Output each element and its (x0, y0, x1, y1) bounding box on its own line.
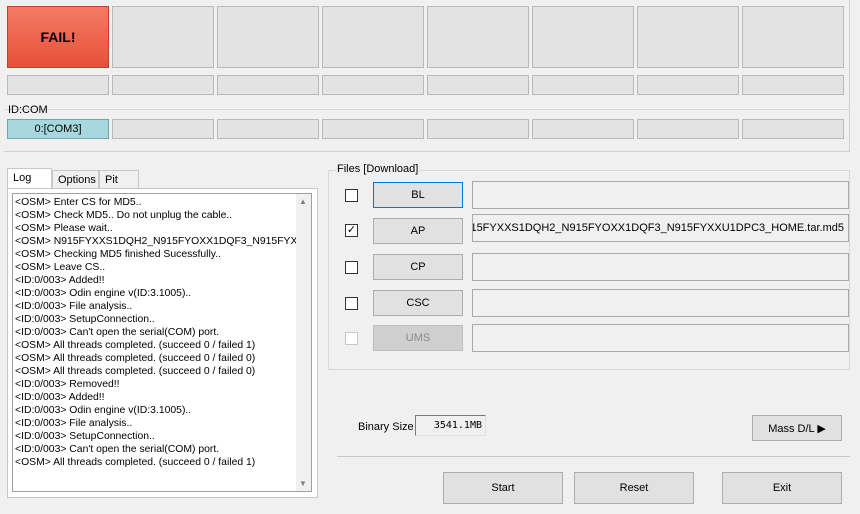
log-line: <OSM> All threads completed. (succeed 0 … (15, 353, 256, 364)
binary-size-label: Binary Size (358, 421, 414, 433)
csc-button[interactable]: CSC (373, 290, 463, 316)
divider (5, 109, 850, 110)
status-slot (112, 6, 214, 68)
com-port-slot (637, 119, 739, 139)
log-line: <ID:0/003> Added!! (15, 275, 105, 286)
ums-button: UMS (373, 325, 463, 351)
progress-bar (532, 75, 634, 95)
tab-options[interactable]: Options (52, 170, 99, 188)
ap-path-field[interactable]: ר\N915FYXXS1DQH2_N915FYOXX1DQF3_N915FYXX… (472, 214, 849, 242)
ums-path-field (472, 324, 849, 352)
reset-button[interactable]: Reset (574, 472, 694, 504)
log-line: <OSM> Leave CS.. (15, 262, 106, 273)
start-button[interactable]: Start (443, 472, 563, 504)
csc-path-field[interactable] (472, 289, 849, 317)
checkmark-icon: ✓ (346, 224, 357, 236)
id-com-label: ID:COM (8, 104, 48, 116)
bl-button[interactable]: BL (373, 182, 463, 208)
log-line: <ID:0/003> Odin engine v(ID:3.1005).. (15, 288, 192, 299)
ap-button[interactable]: AP (373, 218, 463, 244)
com-port-slot: 0:[COM3] (7, 119, 109, 139)
status-slot (322, 6, 424, 68)
progress-bar (742, 75, 844, 95)
log-line: <ID:0/003> Can't open the serial(COM) po… (15, 327, 220, 338)
log-textbox[interactable]: <OSM> Enter CS for MD5.. <OSM> Check MD5.… (12, 193, 312, 492)
progress-bar (322, 75, 424, 95)
status-slot (742, 6, 844, 68)
status-slot (637, 6, 739, 68)
log-line: <ID:0/003> Can't open the serial(COM) po… (15, 444, 220, 455)
mass-dl-button[interactable]: Mass D/L ▶ (752, 415, 842, 441)
status-slot (532, 6, 634, 68)
fail-status: FAIL! (7, 6, 109, 68)
log-line: <OSM> All threads completed. (succeed 0 … (15, 366, 256, 377)
log-line: <OSM> Check MD5.. Do not unplug the cabl… (15, 210, 233, 221)
com-port-slot (427, 119, 529, 139)
log-line: <ID:0/003> Added!! (15, 392, 105, 403)
log-line: <OSM> All threads completed. (succeed 0 … (15, 340, 256, 351)
log-line: <OSM> Enter CS for MD5.. (15, 197, 142, 208)
progress-bar (112, 75, 214, 95)
log-line: <OSM> Please wait.. (15, 223, 113, 234)
ums-checkbox (345, 332, 358, 345)
divider (337, 456, 850, 457)
com-port-slot (532, 119, 634, 139)
com-port-label: 0:[COM3] (34, 123, 82, 135)
log-line: <OSM> N915FYXXS1DQH2_N915FYOXX1DQF3_N915… (15, 236, 297, 247)
progress-bar (427, 75, 529, 95)
fail-label: FAIL! (40, 29, 76, 45)
bl-checkbox[interactable] (345, 189, 358, 202)
progress-bar (217, 75, 319, 95)
log-scrollbar[interactable]: ▲ ▼ (296, 194, 311, 491)
status-slot (427, 6, 529, 68)
cp-path-field[interactable] (472, 253, 849, 281)
bl-path-field[interactable] (472, 181, 849, 209)
cp-checkbox[interactable] (345, 261, 358, 274)
binary-size-value: 3541.1MB (415, 415, 486, 436)
progress-bar (637, 75, 739, 95)
com-port-slot (217, 119, 319, 139)
log-line: <ID:0/003> Removed!! (15, 379, 120, 390)
log-line: <ID:0/003> File analysis.. (15, 301, 133, 312)
log-line: <ID:0/003> File analysis.. (15, 418, 133, 429)
cp-button[interactable]: CP (373, 254, 463, 280)
com-port-slot (742, 119, 844, 139)
ap-path-text: ר\N915FYXXS1DQH2_N915FYOXX1DQF3_N915FYXX… (472, 222, 844, 234)
log-lines: <OSM> Enter CS for MD5.. <OSM> Check MD5.… (15, 196, 297, 469)
scroll-up-icon[interactable]: ▲ (299, 197, 307, 206)
ap-checkbox[interactable]: ✓ (345, 224, 358, 237)
log-line: <OSM> Checking MD5 finished Sucessfully.… (15, 249, 221, 260)
log-line: <ID:0/003> Odin engine v(ID:3.1005).. (15, 405, 192, 416)
progress-bar (7, 75, 109, 95)
exit-button[interactable]: Exit (722, 472, 842, 504)
scroll-down-icon[interactable]: ▼ (299, 479, 307, 488)
log-line: <ID:0/003> SetupConnection.. (15, 314, 155, 325)
com-port-slot (322, 119, 424, 139)
log-line: <ID:0/003> SetupConnection.. (15, 431, 155, 442)
files-group-title: Files [Download] (336, 163, 420, 175)
log-line: <OSM> All threads completed. (succeed 0 … (15, 457, 256, 468)
tab-log[interactable]: Log (7, 168, 52, 188)
com-port-slot (112, 119, 214, 139)
csc-checkbox[interactable] (345, 297, 358, 310)
status-slot (217, 6, 319, 68)
tab-pit[interactable]: Pit (99, 170, 139, 188)
